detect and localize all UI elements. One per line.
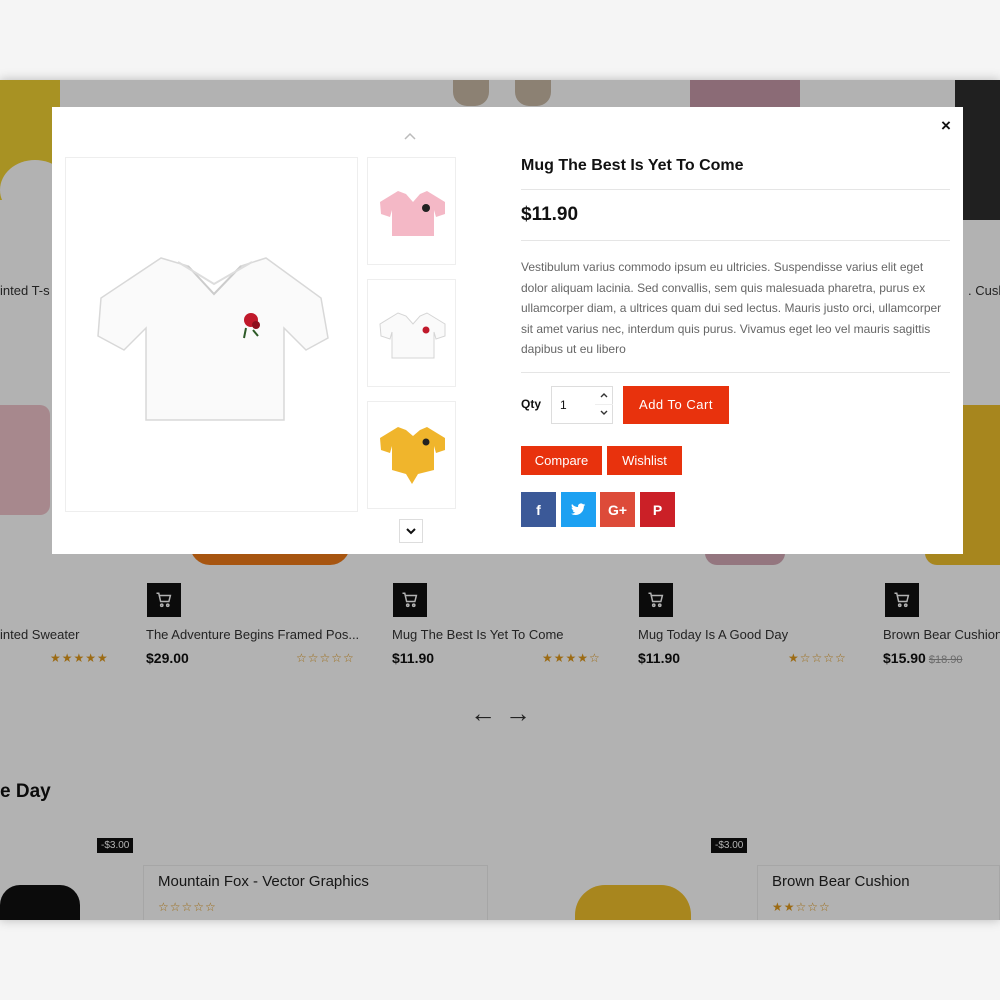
- qty-decrement-button[interactable]: [595, 405, 613, 423]
- main-product-image: [65, 157, 358, 512]
- divider: [521, 372, 950, 373]
- close-icon[interactable]: ×: [937, 117, 955, 135]
- pinterest-icon: P: [652, 501, 663, 518]
- facebook-icon: f: [536, 501, 541, 518]
- qty-label: Qty: [521, 397, 542, 411]
- quantity-input[interactable]: [552, 387, 594, 423]
- pinterest-share-button[interactable]: P: [640, 492, 675, 527]
- thumbnail-pink[interactable]: [367, 157, 456, 265]
- divider: [521, 240, 950, 241]
- divider: [521, 189, 950, 190]
- twitter-share-button[interactable]: [561, 492, 596, 527]
- compare-button[interactable]: Compare: [521, 446, 602, 475]
- white-crop-tee-image: [97, 257, 329, 421]
- twitter-icon: [571, 503, 586, 515]
- google-plus-share-button[interactable]: G+: [600, 492, 635, 527]
- quantity-stepper: [551, 386, 613, 424]
- chevron-down-icon: [600, 410, 608, 415]
- chevron-down-icon[interactable]: [399, 519, 423, 543]
- product-description: Vestibulum varius commodo ipsum eu ultri…: [521, 260, 942, 356]
- facebook-share-button[interactable]: f: [521, 492, 556, 527]
- chevron-up-icon: [600, 393, 608, 398]
- qty-increment-button[interactable]: [595, 387, 613, 405]
- add-to-cart-button[interactable]: Add To Cart: [623, 386, 729, 424]
- product-price: $11.90: [521, 204, 579, 225]
- white-crop-tee-thumbnail: [379, 312, 446, 359]
- pink-crop-tee-thumbnail: [380, 191, 445, 236]
- product-title: Mug The Best Is Yet To Come: [521, 157, 744, 174]
- google-plus-icon: G+: [607, 501, 628, 518]
- quick-view-modal: × Mug The Best Is Yet To Come $11.90 Ves…: [52, 107, 963, 554]
- yellow-crop-tee-thumbnail: [380, 427, 445, 484]
- thumbnail-white[interactable]: [367, 279, 456, 387]
- thumbnail-yellow[interactable]: [367, 401, 456, 509]
- wishlist-button[interactable]: Wishlist: [607, 446, 682, 475]
- chevron-up-icon[interactable]: [402, 129, 418, 143]
